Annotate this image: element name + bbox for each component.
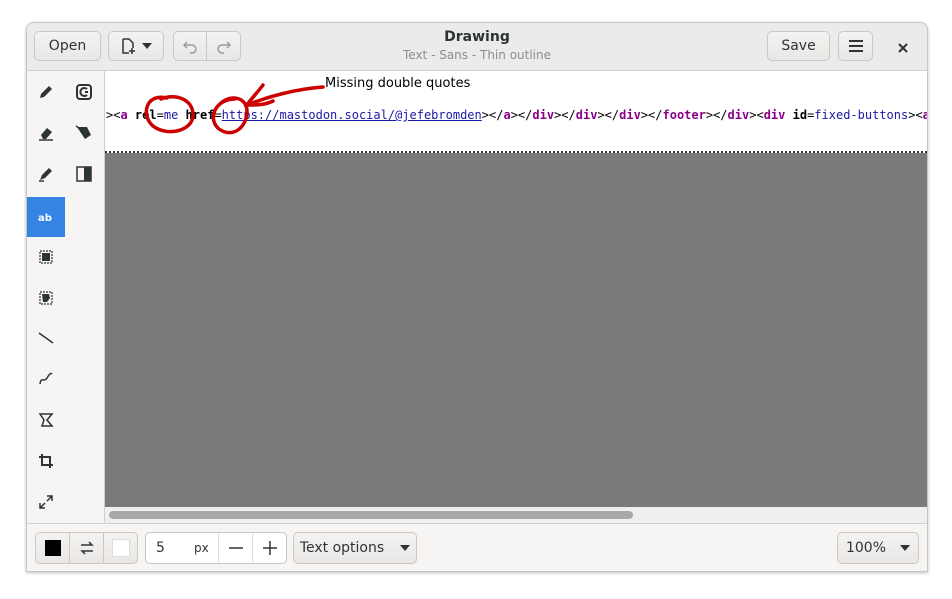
curve-icon <box>38 371 54 391</box>
hamburger-menu-icon <box>848 39 864 53</box>
text-options-label: Text options <box>299 540 385 556</box>
svg-text:ab: ab <box>38 213 52 223</box>
zoom-button[interactable]: 100% <box>837 532 919 564</box>
size-spinbutton[interactable]: px <box>145 532 287 564</box>
size-input[interactable] <box>154 539 194 557</box>
tool-rectangle-selection[interactable] <box>27 238 65 278</box>
tool-line[interactable] <box>27 320 65 360</box>
secondary-color-button[interactable] <box>103 532 138 564</box>
paint-bucket-icon <box>75 125 93 145</box>
minus-icon <box>229 547 243 549</box>
scale-icon <box>38 494 54 514</box>
line-icon <box>38 330 54 350</box>
tool-scale[interactable] <box>27 484 65 524</box>
main-menu-button[interactable] <box>838 31 873 61</box>
zoom-label: 100% <box>845 540 887 556</box>
chevron-down-icon <box>400 545 411 551</box>
plus-icon <box>263 541 277 555</box>
pencil-icon <box>38 84 54 104</box>
image-canvas[interactable]: Missing double quotes ><a rel=me href=ht… <box>105 71 927 153</box>
save-button-label: Save <box>781 38 816 54</box>
tool-paint-bucket[interactable] <box>65 115 103 155</box>
text-options-button[interactable]: Text options <box>293 532 417 564</box>
free-selection-icon <box>39 290 53 309</box>
app-window: Open Drawing Text - Sans - Thin outline … <box>26 22 928 572</box>
tool-eraser[interactable] <box>27 115 65 155</box>
tool-crop[interactable] <box>27 443 65 483</box>
tool-free-selection[interactable] <box>27 279 65 319</box>
close-button[interactable] <box>890 37 916 57</box>
red-ink-annotation <box>144 83 325 135</box>
tools-sidebar: ab <box>27 71 105 523</box>
secondary-color-swatch <box>111 539 130 557</box>
rectangle-selection-icon <box>39 249 53 268</box>
exchange-colors-button[interactable] <box>69 532 104 564</box>
size-increase-button[interactable] <box>252 533 287 563</box>
close-icon <box>898 38 908 57</box>
size-unit: px <box>194 541 209 555</box>
ink-circle-2 <box>211 96 249 135</box>
eraser-icon <box>38 125 54 145</box>
ink-circle-1 <box>144 94 195 134</box>
filter-icon <box>76 166 92 186</box>
tool-color-picker[interactable] <box>65 74 103 114</box>
tool-curve[interactable] <box>27 361 65 401</box>
main-color-button[interactable] <box>35 532 70 564</box>
horizontal-scrollbar-thumb[interactable] <box>109 511 633 519</box>
save-button[interactable]: Save <box>767 31 830 61</box>
tool-filters[interactable] <box>65 156 103 196</box>
tool-shape[interactable] <box>27 402 65 442</box>
highlighter-icon <box>38 166 54 186</box>
swap-colors-icon <box>79 540 95 556</box>
chevron-down-icon <box>900 545 911 551</box>
shape-icon <box>38 412 54 432</box>
tool-highlighter[interactable] <box>27 156 65 196</box>
crop-icon <box>38 453 54 473</box>
tool-pencil[interactable] <box>27 74 65 114</box>
options-bar: px Text options 100% <box>27 523 927 571</box>
header-bar: Open Drawing Text - Sans - Thin outline … <box>27 23 927 71</box>
size-decrease-button[interactable] <box>218 533 253 563</box>
tool-text[interactable]: ab <box>27 197 65 237</box>
main-color-swatch <box>44 540 61 556</box>
canvas-area[interactable]: Missing double quotes ><a rel=me href=ht… <box>105 71 927 523</box>
color-picker-icon <box>76 84 92 104</box>
text-tool-icon: ab <box>37 208 55 227</box>
